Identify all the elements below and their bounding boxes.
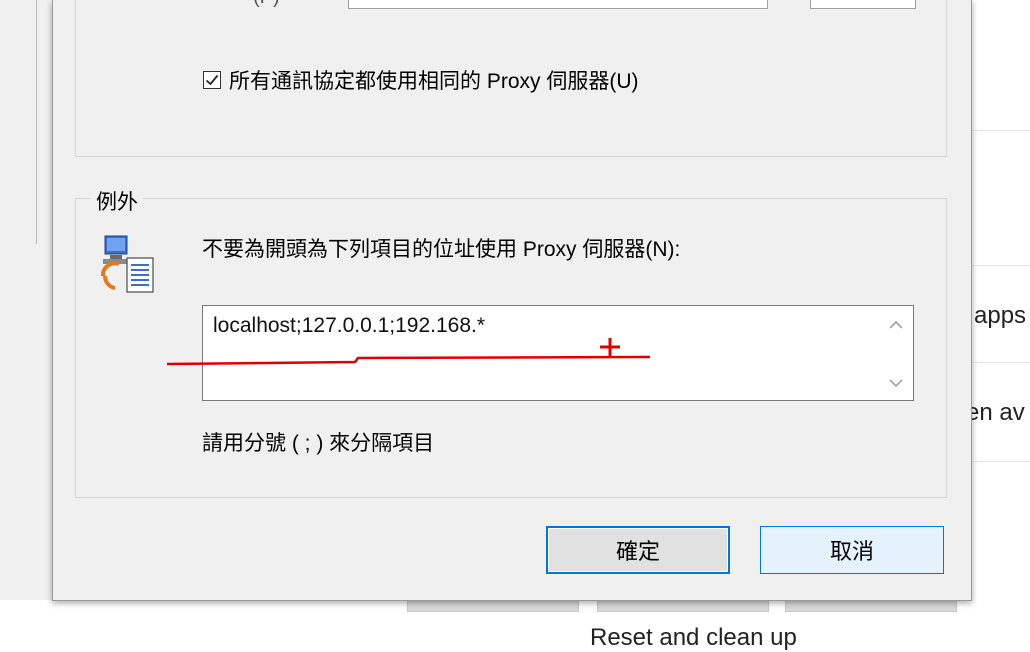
background-row-apps[interactable]: apps bbox=[968, 265, 1030, 362]
exceptions-description: 不要為開頭為下列項目的位址使用 Proxy 伺服器(N): bbox=[202, 238, 681, 261]
proxy-port-field[interactable] bbox=[810, 0, 916, 9]
background-text: en av bbox=[966, 399, 1025, 426]
background-row bbox=[968, 0, 1030, 131]
parent-dialog-divider bbox=[36, 0, 37, 244]
top-field-label: (P) bbox=[253, 0, 280, 9]
exceptions-group-title: 例外 bbox=[91, 186, 143, 216]
background-row-av[interactable]: en av bbox=[966, 362, 1030, 462]
parent-dialog bbox=[0, 0, 53, 600]
chevron-down-icon[interactable] bbox=[887, 374, 905, 392]
proxy-address-field[interactable] bbox=[348, 0, 768, 9]
same-proxy-option[interactable]: 所有通訊協定都使用相同的 Proxy 伺服器(U) bbox=[203, 66, 639, 94]
same-proxy-label: 所有通訊協定都使用相同的 Proxy 伺服器(U) bbox=[229, 70, 639, 93]
ok-button[interactable]: 確定 bbox=[546, 526, 730, 574]
check-icon bbox=[205, 74, 219, 86]
cancel-button[interactable]: 取消 bbox=[760, 526, 944, 574]
chevron-up-icon[interactable] bbox=[887, 316, 905, 334]
network-document-icon bbox=[101, 235, 154, 293]
exceptions-textarea[interactable]: localhost;127.0.0.1;192.168.* bbox=[202, 305, 914, 401]
proxy-settings-dialog: (P) 所有通訊協定都使用相同的 Proxy 伺服器(U) 例外 不要為開頭為下… bbox=[52, 0, 972, 601]
background-text: apps bbox=[974, 302, 1027, 329]
exceptions-hint: 請用分號 ( ; ) 來分隔項目 bbox=[202, 432, 435, 455]
same-proxy-checkbox[interactable] bbox=[203, 71, 221, 89]
exceptions-value[interactable]: localhost;127.0.0.1;192.168.* bbox=[213, 314, 485, 338]
exceptions-scrollbar[interactable] bbox=[879, 306, 913, 400]
background-reset-text: Reset and clean up bbox=[590, 624, 797, 651]
